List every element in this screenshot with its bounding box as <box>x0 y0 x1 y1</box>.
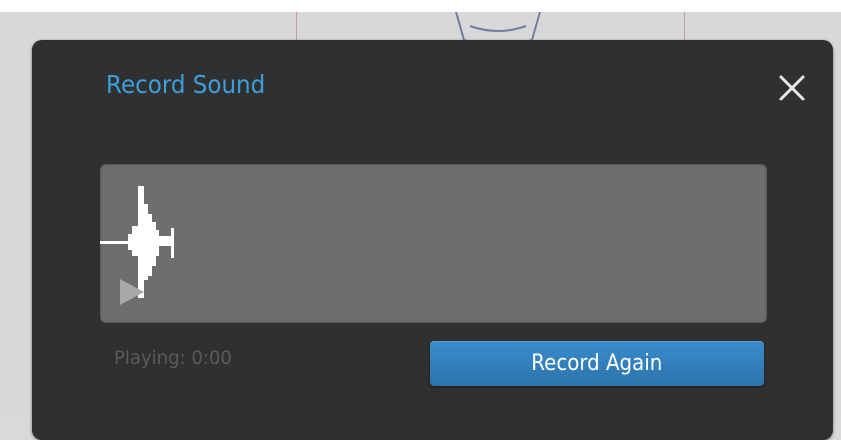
close-button[interactable] <box>774 70 810 106</box>
close-icon <box>779 75 805 101</box>
dialog-title: Record Sound <box>106 70 266 99</box>
waveform-panel[interactable] <box>100 164 767 323</box>
waveform-peak <box>128 234 132 250</box>
waveform-peak <box>156 230 159 256</box>
waveform-peak <box>132 226 138 256</box>
waveform-peak <box>152 222 156 266</box>
waveform-peak <box>144 204 148 280</box>
record-sound-dialog: Record Sound Playing: 0:00 Record Again <box>32 40 833 440</box>
waveform <box>100 186 174 305</box>
waveform-peak <box>148 214 152 276</box>
record-again-button[interactable]: Record Again <box>430 341 764 386</box>
record-again-label: Record Again <box>531 351 663 376</box>
waveform-peak <box>159 236 171 246</box>
waveform-peak <box>138 186 144 298</box>
playback-status: Playing: 0:00 <box>114 347 232 369</box>
background-top-strip <box>0 0 841 12</box>
playhead-end-tick <box>171 228 174 258</box>
